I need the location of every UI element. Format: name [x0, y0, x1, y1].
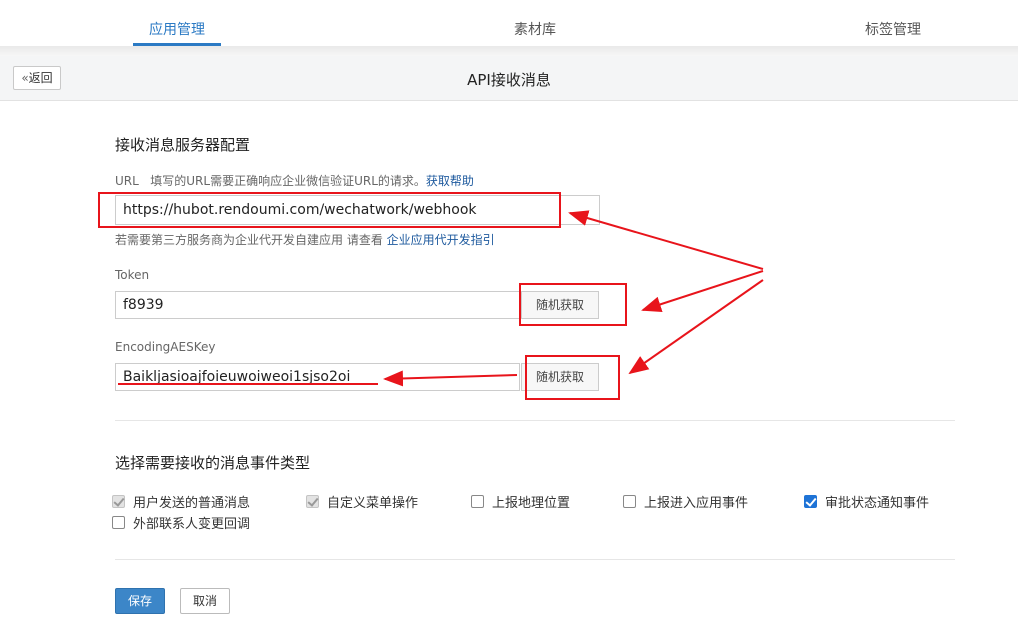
event-label: 用户发送的普通消息: [133, 496, 251, 511]
event-label: 上报进入应用事件: [644, 496, 749, 511]
annotation-arrow: [641, 270, 764, 313]
tab-app-management[interactable]: 应用管理: [149, 19, 205, 39]
aeskey-label: EncodingAESKey: [115, 340, 216, 354]
page-title: API接收消息: [467, 71, 551, 89]
event-enter-app[interactable]: 上报进入应用事件: [623, 492, 748, 511]
event-label: 上报地理位置: [492, 496, 571, 511]
event-custom-menu[interactable]: 自定义菜单操作: [306, 492, 418, 511]
checkbox-report-location[interactable]: [471, 495, 484, 508]
nav-divider: [0, 46, 1018, 56]
url-label: URL: [115, 174, 139, 188]
get-help-link[interactable]: 获取帮助: [426, 174, 474, 188]
token-input[interactable]: f8939: [115, 291, 520, 319]
checkbox-normal-message[interactable]: [112, 495, 125, 508]
event-label: 外部联系人变更回调: [133, 517, 251, 532]
checkbox-enter-app[interactable]: [623, 495, 636, 508]
url-label-row: URL 填写的URL需要正确响应企业微信验证URL的请求。获取帮助: [115, 172, 474, 189]
third-party-hint-text: 若需要第三方服务商为企业代开发自建应用 请查看: [115, 233, 383, 247]
event-report-location[interactable]: 上报地理位置: [471, 492, 570, 511]
token-label: Token: [115, 268, 150, 282]
annotation-arrow: [628, 279, 764, 375]
aeskey-random-button[interactable]: 随机获取: [521, 363, 599, 391]
save-button[interactable]: 保存: [115, 588, 165, 614]
tab-material-library[interactable]: 素材库: [514, 19, 556, 39]
checkbox-external-contact[interactable]: [112, 516, 125, 529]
event-label: 自定义菜单操作: [327, 496, 419, 511]
event-label: 审批状态通知事件: [825, 496, 930, 511]
checkbox-approval-status[interactable]: [804, 495, 817, 508]
url-input[interactable]: https://hubot.rendoumi.com/wechatwork/we…: [115, 195, 600, 225]
aeskey-input[interactable]: Baikljasioajfoieuwoiweoi1sjso2oi: [115, 363, 520, 391]
checkbox-custom-menu[interactable]: [306, 495, 319, 508]
event-approval-status[interactable]: 审批状态通知事件: [804, 492, 929, 511]
events-title: 选择需要接收的消息事件类型: [115, 454, 311, 472]
tab-tag-management[interactable]: 标签管理: [865, 19, 921, 39]
section-divider: [115, 559, 955, 560]
event-normal-message[interactable]: 用户发送的普通消息: [112, 492, 250, 511]
server-config-title: 接收消息服务器配置: [115, 136, 251, 154]
third-party-hint: 若需要第三方服务商为企业代开发自建应用 请查看 企业应用代开发指引: [115, 231, 495, 248]
section-divider: [115, 420, 955, 421]
token-random-button[interactable]: 随机获取: [521, 291, 599, 319]
page-header: «返回 API接收消息: [0, 56, 1018, 101]
top-nav: 应用管理 素材库 标签管理: [0, 0, 1018, 46]
url-description: 填写的URL需要正确响应企业微信验证URL的请求。: [150, 174, 426, 188]
dev-guide-link[interactable]: 企业应用代开发指引: [387, 233, 495, 247]
cancel-button[interactable]: 取消: [180, 588, 230, 614]
event-external-contact[interactable]: 外部联系人变更回调: [112, 513, 250, 532]
